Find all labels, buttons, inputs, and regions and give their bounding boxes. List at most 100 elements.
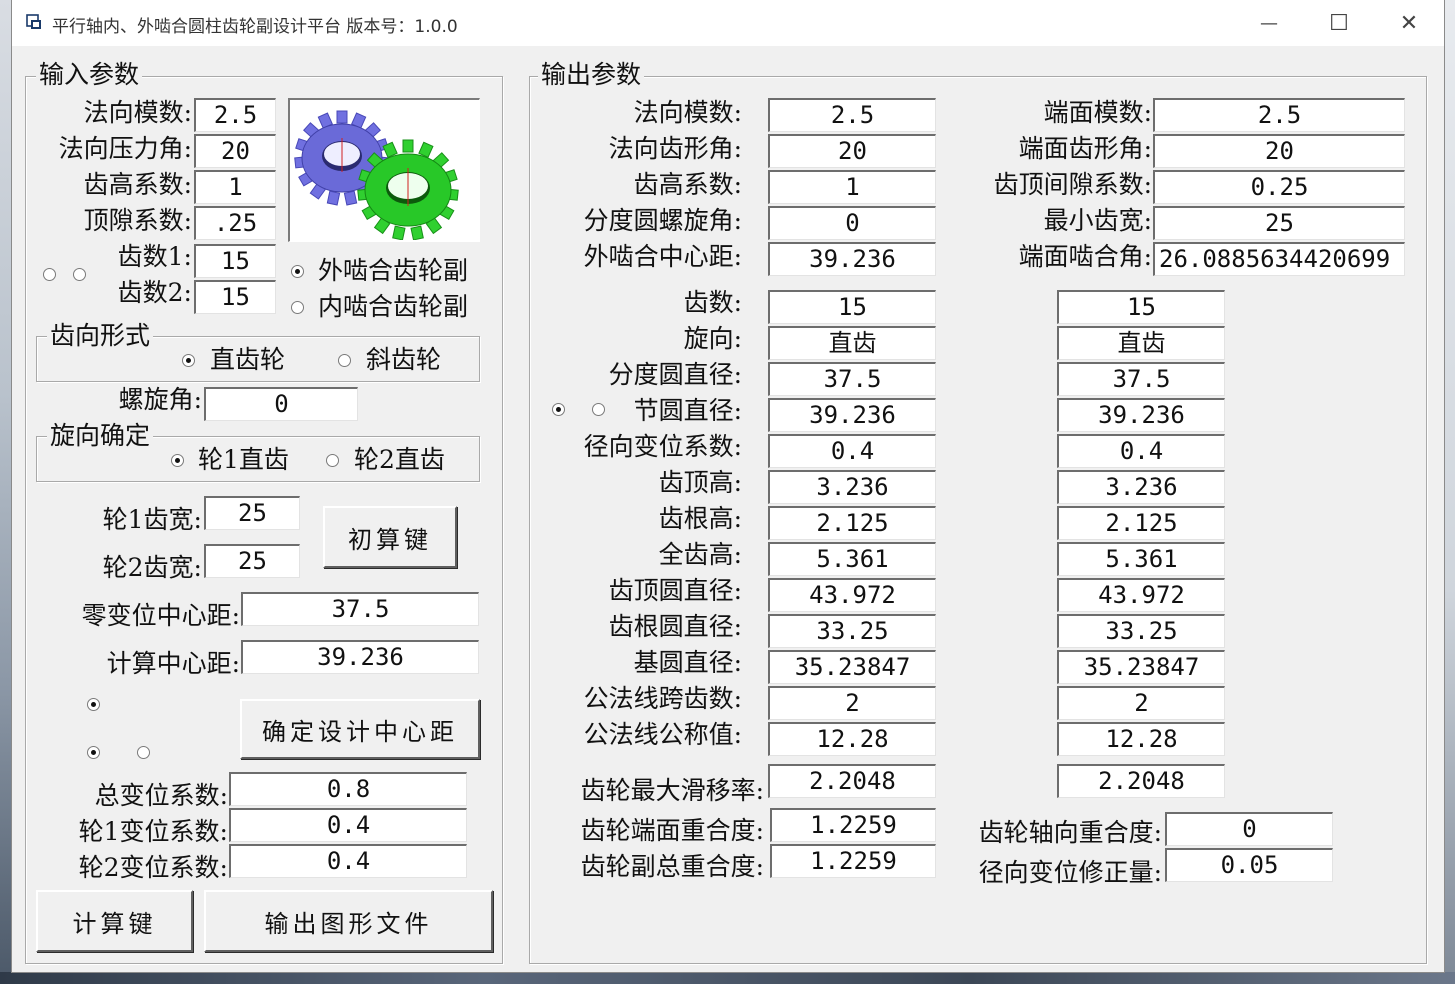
row-label: 节圆直径: [633,396,742,425]
row-label: 分度圆直径: [608,360,742,389]
confirm-center-button[interactable]: 确定设计中心距 [240,699,480,759]
gear1-cell[interactable]: 39.236 [768,398,936,432]
gear1-cell[interactable]: 15 [768,290,936,324]
center-option-radio-1[interactable] [87,698,100,711]
out-center-distance-label: 外啮合中心距: [583,242,742,271]
gear1-cell[interactable]: 直齿 [768,326,936,360]
out-normal-module-field[interactable]: 2.5 [768,98,936,132]
shift2-field[interactable]: 0.4 [229,844,467,878]
radial-shift-correction-field[interactable]: 0.05 [1165,848,1333,882]
gear1-cell[interactable]: 5.361 [768,542,936,576]
input-gear2-width-label: 轮2齿宽: [102,553,202,582]
input-teeth2-label: 齿数2: [117,278,192,307]
app-window: 平行轴内、外啮合圆柱齿轮副设计平台 版本号：1.0.0 — ☐ ✕ 输入参数 法… [12,0,1444,972]
gear1-cell[interactable]: 3.236 [768,470,936,504]
zero-shift-center-label: 零变位中心距: [81,601,240,630]
export-graphics-button[interactable]: 输出图形文件 [204,890,493,952]
gear-pair-icon [294,110,459,241]
gear2-cell[interactable]: 15 [1057,290,1225,324]
minimize-icon[interactable]: — [1234,0,1304,46]
maximize-icon[interactable]: ☐ [1304,0,1374,46]
gear2-cell[interactable]: 0.4 [1057,434,1225,468]
gear2-cell[interactable]: 2 [1057,686,1225,720]
gear1-cell[interactable]: 2 [768,686,936,720]
gear2-spur-radio[interactable] [326,454,339,467]
output-params-title: 输出参数 [538,60,645,90]
input-teeth1-field[interactable]: 15 [194,244,276,278]
out-transverse-profile-angle-field[interactable]: 20 [1153,134,1405,168]
calc-center-field[interactable]: 39.236 [241,640,479,674]
gear1-cell[interactable]: 43.972 [768,578,936,612]
spur-gear-radio[interactable] [182,354,195,367]
direction-title: 旋向确定 [47,421,154,451]
row-label: 旋向: [683,324,742,353]
out-tip-clearance-field[interactable]: 0.25 [1153,170,1405,204]
axial-contact-field[interactable]: 0 [1165,812,1333,846]
input-addendum-coef-label: 齿高系数: [83,170,192,199]
max-slip-gear1-field[interactable]: 2.2048 [768,764,936,798]
out-normal-profile-angle-field[interactable]: 20 [768,134,936,168]
internal-gear-radio[interactable] [291,301,304,314]
shift1-label: 轮1变位系数: [78,817,228,846]
input-clearance-coef-field[interactable]: .25 [194,206,276,240]
center-option-radio-2[interactable] [87,746,100,759]
input-helix-angle-label: 螺旋角: [118,385,202,414]
out-transverse-module-field[interactable]: 2.5 [1153,98,1405,132]
gear2-cell[interactable]: 直齿 [1057,326,1225,360]
external-gear-radio[interactable] [291,265,304,278]
radial-shift-correction-label: 径向变位修正量: [978,858,1162,887]
gear1-cell[interactable]: 12.28 [768,722,936,756]
shift1-field[interactable]: 0.4 [229,808,467,842]
input-normal-module-field[interactable]: 2.5 [194,98,276,132]
zero-shift-center-field[interactable]: 37.5 [241,592,479,626]
out-transverse-profile-angle-label: 端面齿形角: [1018,134,1152,163]
helical-gear-radio[interactable] [338,354,351,367]
title-bar[interactable]: 平行轴内、外啮合圆柱齿轮副设计平台 版本号：1.0.0 — ☐ ✕ [12,0,1444,46]
out-addendum-coef-field[interactable]: 1 [768,170,936,204]
center-option-radio-3[interactable] [137,746,150,759]
axial-contact-label: 齿轮轴向重合度: [978,818,1162,847]
gear1-cell[interactable]: 2.125 [768,506,936,540]
row-label: 公法线跨齿数: [583,684,742,713]
gear1-cell[interactable]: 0.4 [768,434,936,468]
calc-center-label: 计算中心距: [106,649,240,678]
input-gear1-width-field[interactable]: 25 [204,496,300,530]
out-helix-angle-field[interactable]: 0 [768,206,936,240]
close-icon[interactable]: ✕ [1374,0,1444,46]
gear1-cell[interactable]: 37.5 [768,362,936,396]
max-slip-gear2-field[interactable]: 2.2048 [1057,764,1225,798]
input-teeth2-field[interactable]: 15 [194,280,276,314]
shift2-label: 轮2变位系数: [78,853,228,882]
gear2-cell[interactable]: 39.236 [1057,398,1225,432]
gear2-cell[interactable]: 33.25 [1057,614,1225,648]
gear2-cell[interactable]: 37.5 [1057,362,1225,396]
out-center-distance-field[interactable]: 39.236 [768,242,936,276]
out-min-width-field[interactable]: 25 [1153,206,1405,240]
input-pressure-angle-field[interactable]: 20 [194,134,276,168]
gear2-cell[interactable]: 35.23847 [1057,650,1225,684]
out-addendum-coef-label: 齿高系数: [633,170,742,199]
desktop-background-bottom [0,972,1455,984]
transverse-contact-field[interactable]: 1.2259 [770,808,936,842]
gear2-cell[interactable]: 2.125 [1057,506,1225,540]
out-transverse-mesh-angle-field[interactable]: 26.0885634420699 [1153,242,1405,276]
tooth-form-title: 齿向形式 [47,321,154,351]
internal-gear-label: 内啮合齿轮副 [318,292,469,321]
transverse-contact-label: 齿轮端面重合度: [580,816,764,845]
gear2-cell[interactable]: 12.28 [1057,722,1225,756]
gear2-cell[interactable]: 5.361 [1057,542,1225,576]
row-label: 齿根圆直径: [608,612,742,641]
gear1-cell[interactable]: 33.25 [768,614,936,648]
initial-calc-button[interactable]: 初算键 [323,506,457,568]
gear1-cell[interactable]: 35.23847 [768,650,936,684]
total-shift-field[interactable]: 0.8 [229,772,467,806]
total-contact-field[interactable]: 1.2259 [770,844,936,878]
total-shift-label: 总变位系数: [94,781,228,810]
gear2-cell[interactable]: 43.972 [1057,578,1225,612]
calc-button[interactable]: 计算键 [36,890,193,952]
gear2-cell[interactable]: 3.236 [1057,470,1225,504]
input-addendum-coef-field[interactable]: 1 [194,170,276,204]
input-gear2-width-field[interactable]: 25 [204,544,300,578]
gear1-spur-radio[interactable] [171,454,184,467]
input-helix-angle-field[interactable]: 0 [204,387,358,421]
